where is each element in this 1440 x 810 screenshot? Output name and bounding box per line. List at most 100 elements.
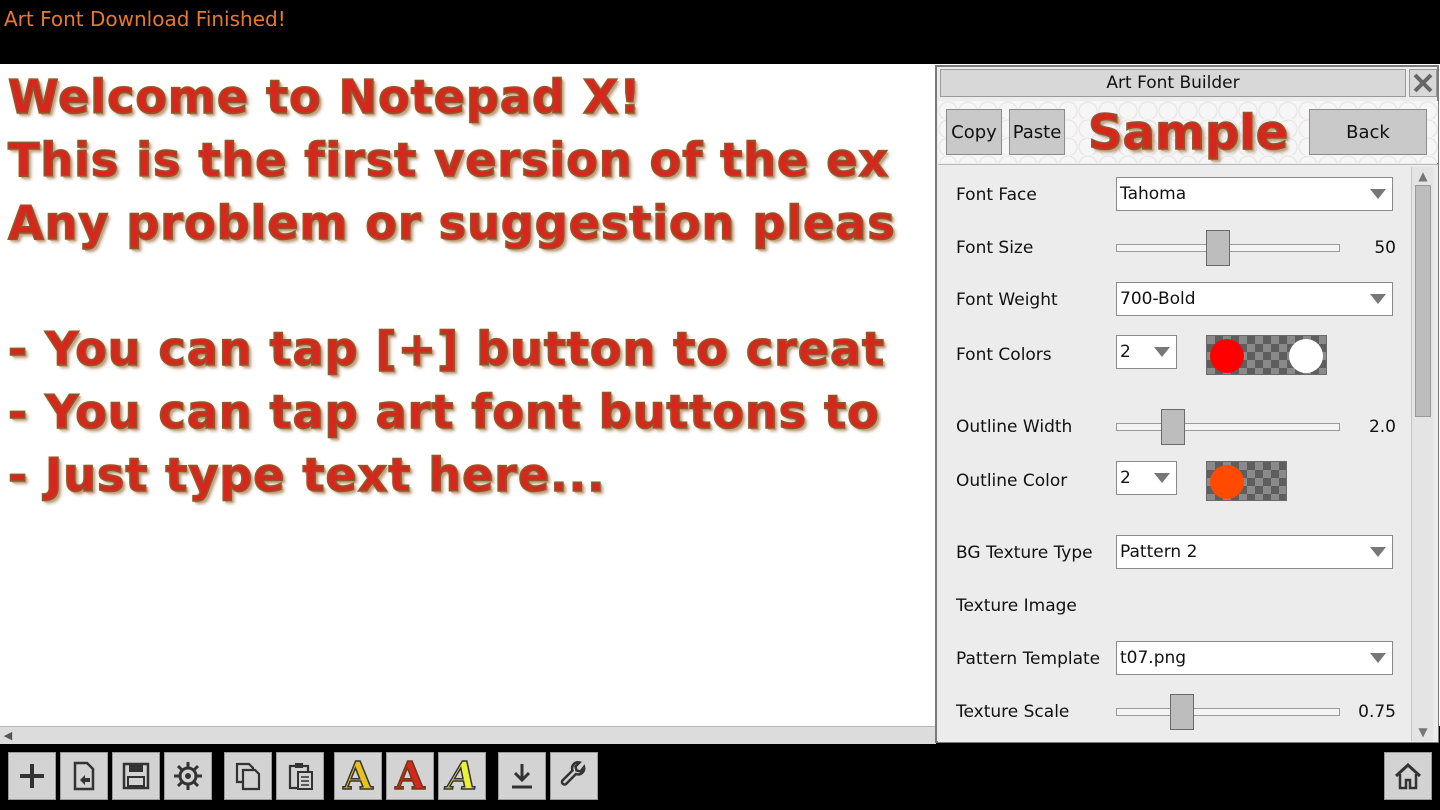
outline-color-row: Outline Color 2: [938, 461, 1408, 505]
font-size-label: Font Size: [956, 238, 1034, 258]
copy-style-button[interactable]: Copy: [946, 109, 1002, 155]
font-face-row: Font Face Tahoma: [938, 177, 1408, 217]
bottom-toolbar: A A A: [0, 744, 1440, 810]
sample-preview: Sample: [1087, 104, 1289, 162]
status-message: Art Font Download Finished!: [4, 7, 286, 31]
chevron-down-icon: [1154, 473, 1170, 483]
panel-title: Art Font Builder: [940, 69, 1406, 97]
font-weight-label: Font Weight: [956, 290, 1058, 310]
settings-list[interactable]: Font Face Tahoma Font Size 50 Font Weigh…: [938, 164, 1438, 742]
font-colors-row: Font Colors 2: [938, 335, 1408, 379]
art-font-builder-panel: Art Font Builder Copy Paste Sample Back …: [935, 65, 1439, 743]
bg-texture-type-select[interactable]: Pattern 2: [1116, 535, 1393, 569]
slider-thumb[interactable]: [1161, 409, 1185, 445]
paste-button[interactable]: [276, 752, 324, 800]
editor-line-1: Welcome to Notepad X!: [7, 69, 642, 125]
art-font-a-yellow-icon: A: [342, 753, 373, 798]
save-icon: [122, 762, 150, 790]
open-file-button[interactable]: [60, 752, 108, 800]
art-font-yellow-button[interactable]: A: [334, 752, 382, 800]
font-color-swatches[interactable]: [1206, 335, 1327, 375]
editor-line-3: Any problem or suggestion pleas: [7, 195, 896, 251]
scroll-down-icon[interactable]: ▼: [1415, 725, 1431, 739]
font-size-slider[interactable]: [1116, 230, 1340, 266]
texture-scale-label: Texture Scale: [956, 702, 1070, 722]
chevron-down-icon: [1154, 347, 1170, 357]
font-weight-row: Font Weight 700-Bold: [938, 282, 1408, 322]
font-color-swatch-1[interactable]: [1210, 339, 1244, 373]
chevron-down-icon: [1370, 653, 1386, 663]
font-face-value: Tahoma: [1120, 184, 1187, 204]
art-font-red-button[interactable]: A: [386, 752, 434, 800]
paste-style-button[interactable]: Paste: [1009, 109, 1065, 155]
pattern-template-select[interactable]: t07.png: [1116, 641, 1393, 675]
wrench-icon: [560, 761, 586, 786]
editor-line-7: - Just type text here...: [7, 447, 606, 503]
home-button[interactable]: [1384, 752, 1432, 800]
outline-color-swatch-1[interactable]: [1210, 465, 1244, 499]
back-button[interactable]: Back: [1309, 109, 1427, 155]
tools-button[interactable]: [550, 752, 598, 800]
outline-color-count: 2: [1120, 468, 1131, 488]
font-colors-count-select[interactable]: 2: [1116, 335, 1177, 369]
scroll-up-icon[interactable]: ▲: [1415, 169, 1431, 183]
pattern-template-row: Pattern Template t07.png: [938, 641, 1408, 681]
status-bar: Art Font Download Finished!: [0, 0, 1440, 64]
panel-header: Copy Paste Sample Back: [938, 101, 1438, 163]
font-face-select[interactable]: Tahoma: [1116, 177, 1393, 211]
art-font-a-red-icon: A: [394, 753, 425, 798]
editor-line-2: This is the first version of the ex: [7, 132, 890, 188]
outline-color-swatches[interactable]: [1206, 461, 1287, 501]
editor-line-5: - You can tap [+] button to creat: [7, 321, 886, 377]
font-size-value: 50: [1374, 238, 1396, 258]
scrollbar-thumb[interactable]: [1415, 185, 1431, 417]
font-weight-value: 700-Bold: [1120, 289, 1196, 309]
outline-width-value: 2.0: [1368, 417, 1396, 437]
font-color-swatch-2[interactable]: [1289, 339, 1323, 373]
scroll-left-icon[interactable]: ◀: [2, 730, 14, 742]
close-icon: [1413, 73, 1433, 93]
outline-width-row: Outline Width 2.0: [938, 409, 1408, 449]
font-colors-label: Font Colors: [956, 345, 1052, 365]
outline-color-count-select[interactable]: 2: [1116, 461, 1177, 495]
font-colors-count: 2: [1120, 342, 1131, 362]
font-weight-select[interactable]: 700-Bold: [1116, 282, 1393, 316]
art-font-a-italic-icon: A: [446, 753, 477, 798]
clipboard-icon: [288, 763, 313, 790]
copy-icon: [235, 762, 261, 791]
bg-texture-type-label: BG Texture Type: [956, 543, 1093, 563]
pattern-template-value: t07.png: [1120, 648, 1187, 668]
bg-texture-type-row: BG Texture Type Pattern 2: [938, 535, 1408, 575]
outline-color-label: Outline Color: [956, 471, 1068, 491]
save-button[interactable]: [112, 752, 160, 800]
gear-icon: [174, 762, 202, 790]
vertical-scrollbar[interactable]: ▲ ▼: [1411, 167, 1433, 741]
font-size-row: Font Size 50: [938, 230, 1408, 270]
settings-button[interactable]: [164, 752, 212, 800]
pattern-template-label: Pattern Template: [956, 649, 1101, 669]
download-button[interactable]: [498, 752, 546, 800]
editor-line-6: - You can tap art font buttons to: [7, 384, 880, 440]
chevron-down-icon: [1370, 294, 1386, 304]
texture-image-row[interactable]: Texture Image: [938, 588, 1408, 628]
texture-scale-slider[interactable]: [1116, 694, 1340, 730]
plus-icon: [20, 764, 44, 788]
slider-thumb[interactable]: [1170, 694, 1194, 730]
horizontal-scrollbar[interactable]: ◀: [0, 726, 936, 744]
art-font-italic-button[interactable]: A: [438, 752, 486, 800]
new-note-button[interactable]: [8, 752, 56, 800]
bg-texture-type-value: Pattern 2: [1120, 542, 1198, 562]
texture-image-label: Texture Image: [956, 596, 1077, 616]
chevron-down-icon: [1370, 547, 1386, 557]
open-file-icon: [73, 761, 95, 791]
app-root: Art Font Download Finished! Welcome to N…: [0, 0, 1440, 810]
texture-scale-value: 0.75: [1358, 702, 1396, 722]
copy-button[interactable]: [224, 752, 272, 800]
outline-width-label: Outline Width: [956, 417, 1073, 437]
outline-width-slider[interactable]: [1116, 409, 1340, 445]
texture-scale-row: Texture Scale 0.75: [938, 694, 1408, 734]
download-icon: [512, 764, 532, 789]
slider-thumb[interactable]: [1206, 230, 1230, 266]
close-panel-button[interactable]: [1409, 69, 1437, 97]
home-icon: [1394, 762, 1422, 790]
